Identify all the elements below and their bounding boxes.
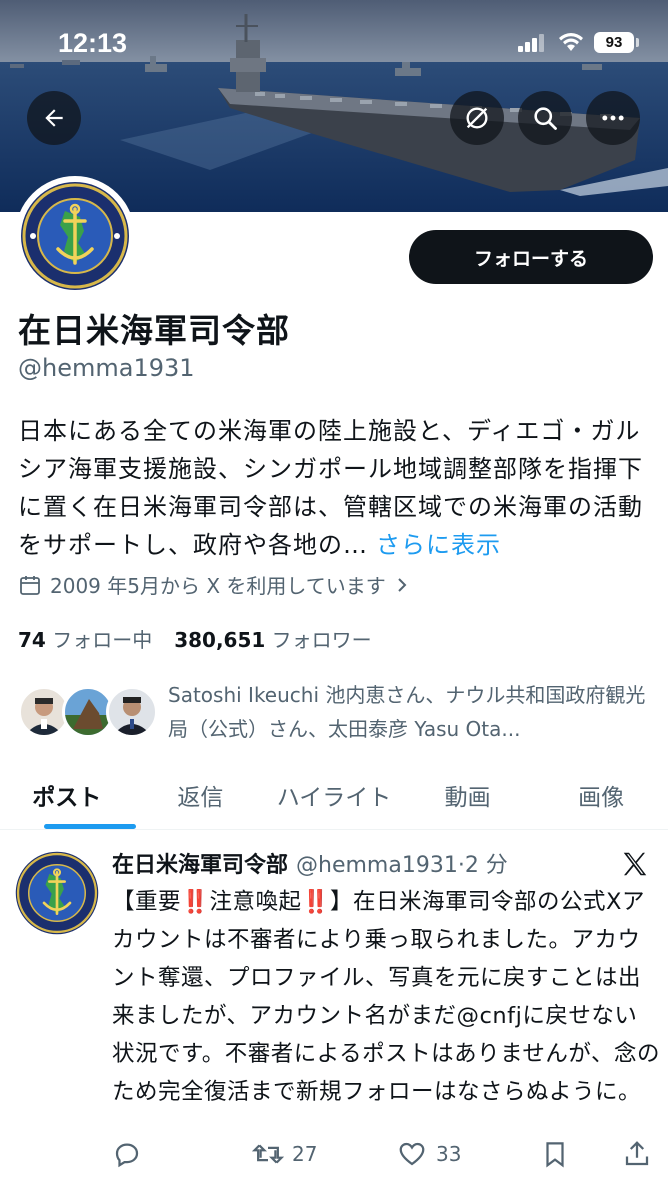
repost-icon xyxy=(252,1144,284,1164)
tab-highlights[interactable]: ハイライト xyxy=(267,760,401,829)
wifi-icon xyxy=(559,33,583,51)
profile-tabs: ポスト 返信 ハイライト 動画 画像 xyxy=(0,760,668,830)
reply-button[interactable] xyxy=(112,1139,150,1169)
followers-label: フォロワー xyxy=(271,628,372,652)
show-more-link[interactable]: さらに表示 xyxy=(376,531,501,559)
grok-icon xyxy=(466,107,488,129)
tab-label: 返信 xyxy=(177,784,224,811)
post-header: 在日米海軍司令部 @hemma1931·2 分 xyxy=(112,847,508,879)
share-icon xyxy=(625,1141,649,1166)
bookmark-button[interactable] xyxy=(540,1139,570,1169)
reply-icon xyxy=(115,1143,139,1168)
follow-button[interactable]: フォローする xyxy=(409,230,653,284)
naval-forces-japan-seal-image xyxy=(15,851,99,935)
following-link[interactable]: 74 フォロー中 xyxy=(18,624,152,653)
followers-count: 380,651 xyxy=(174,628,266,652)
cellular-signal-icon xyxy=(518,34,544,52)
tab-replies[interactable]: 返信 xyxy=(134,760,268,829)
follow-counts: 74 フォロー中 380,651 フォロワー xyxy=(18,624,372,653)
bio-text: 日本にある全ての米海軍の陸上施設と、ディエゴ・ガルシア海軍支援施設、シンガポール… xyxy=(18,417,643,559)
tab-label: ポスト xyxy=(32,784,102,811)
status-bar: 12:13 93 xyxy=(0,0,668,86)
more-icon xyxy=(602,115,624,121)
repost-count: 27 xyxy=(292,1142,318,1166)
tab-label: 動画 xyxy=(444,784,491,811)
follower-avatar-3 xyxy=(106,686,158,738)
post-item[interactable]: 在日米海軍司令部 @hemma1931·2 分 【重要‼️注意喚起‼️】在日米海… xyxy=(0,831,668,1200)
share-button[interactable] xyxy=(622,1139,652,1169)
calendar-icon xyxy=(20,575,40,595)
search-icon xyxy=(534,107,557,130)
status-time: 12:13 xyxy=(58,28,128,58)
search-button[interactable] xyxy=(518,91,572,145)
like-count: 33 xyxy=(436,1142,462,1166)
profile-handle: @hemma1931 xyxy=(18,354,195,382)
tab-media[interactable]: 画像 xyxy=(534,760,668,829)
joined-date-text: 2009 年5月から X を利用しています xyxy=(50,574,386,598)
x-logo-icon xyxy=(623,852,647,876)
grok-button[interactable] xyxy=(450,91,504,145)
following-label: フォロー中 xyxy=(52,628,153,652)
tab-label: 画像 xyxy=(578,784,625,811)
joined-date-row[interactable]: 2009 年5月から X を利用しています xyxy=(18,570,410,599)
followers-you-know-text: Satoshi Ikeuchi 池内恵さん、ナウル共和国政府観光局（公式）さん、… xyxy=(168,683,646,741)
more-options-button[interactable] xyxy=(586,91,640,145)
like-button[interactable]: 33 xyxy=(396,1139,461,1169)
active-tab-indicator xyxy=(44,824,136,829)
followers-link[interactable]: 380,651 フォロワー xyxy=(174,624,371,653)
followers-you-know[interactable]: Satoshi Ikeuchi 池内恵さん、ナウル共和国政府観光局（公式）さん、… xyxy=(18,676,658,750)
post-text: 【重要‼️注意喚起‼️】在日米海軍司令部の公式Xアカウントは不審者により乗っ取ら… xyxy=(112,889,660,1105)
profile-avatar[interactable] xyxy=(15,176,135,296)
back-button[interactable] xyxy=(27,91,81,145)
bookmark-icon xyxy=(546,1142,564,1168)
back-arrow-icon xyxy=(45,109,63,127)
tab-label: ハイライト xyxy=(276,784,392,811)
tab-videos[interactable]: 動画 xyxy=(401,760,535,829)
following-count: 74 xyxy=(18,628,46,652)
profile-bio: 日本にある全ての米海軍の陸上施設と、ディエゴ・ガルシア海軍支援施設、シンガポール… xyxy=(18,412,658,564)
post-author-name[interactable]: 在日米海軍司令部 xyxy=(112,847,288,879)
repost-button[interactable]: 27 xyxy=(252,1139,317,1169)
post-author-avatar[interactable] xyxy=(15,851,99,935)
chevron-right-icon xyxy=(398,577,407,592)
naval-forces-japan-seal-image xyxy=(21,182,129,290)
heart-icon xyxy=(399,1142,425,1166)
post-handle-time[interactable]: @hemma1931·2 分 xyxy=(296,847,508,879)
post-actions: 27 33 xyxy=(112,1139,657,1179)
tab-posts[interactable]: ポスト xyxy=(0,760,136,829)
battery-indicator: 93 xyxy=(594,32,634,53)
battery-tip xyxy=(636,38,639,47)
profile-display-name: 在日米海軍司令部 xyxy=(18,311,290,350)
